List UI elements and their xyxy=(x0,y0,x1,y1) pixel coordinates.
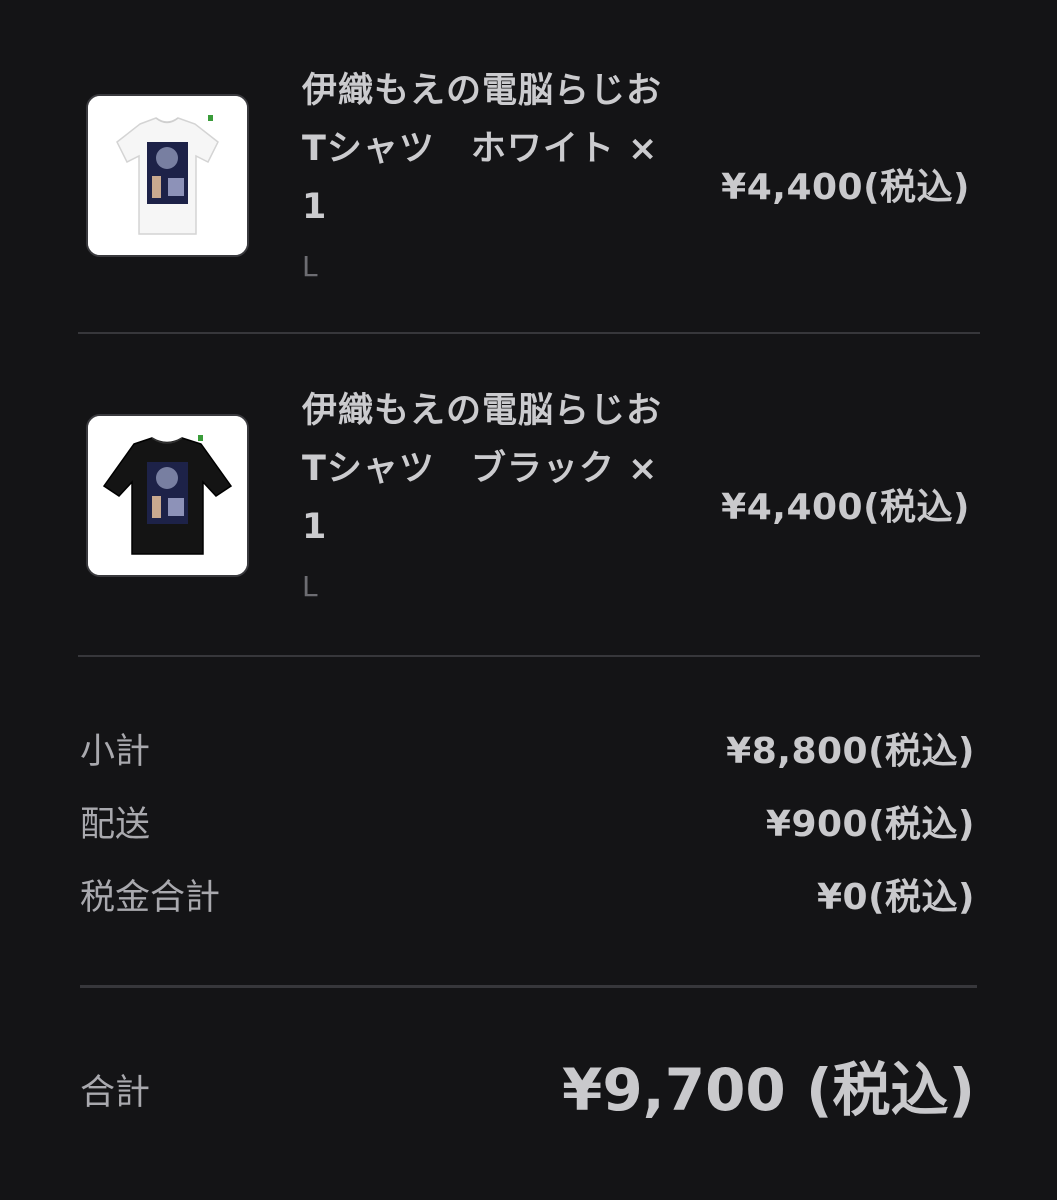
product-title[interactable]: 伊織もえの電脳らじお Tシャツ ホワイト × 1 xyxy=(302,62,672,236)
shipping-value: ¥900(税込) xyxy=(765,804,975,845)
product-price: ¥4,400(税込) xyxy=(721,487,970,528)
subtotal-value: ¥8,800(税込) xyxy=(726,731,975,772)
divider xyxy=(78,655,980,657)
subtotal-label: 小計 xyxy=(80,732,151,772)
order-summary-page: 伊織もえの電脳らじお Tシャツ ホワイト × 1 L ¥4,400(税込) 伊織… xyxy=(0,0,1057,1200)
total-label: 合計 xyxy=(80,1073,151,1113)
tax-label: 税金合計 xyxy=(80,878,221,918)
product-thumbnail xyxy=(86,414,249,577)
black-tshirt-image xyxy=(88,416,247,575)
divider xyxy=(80,985,977,988)
tax-row: 税金合計 ¥0(税込) xyxy=(80,868,975,928)
product-price: ¥4,400(税込) xyxy=(721,167,970,208)
shipping-row: 配送 ¥900(税込) xyxy=(80,795,975,855)
shipping-label: 配送 xyxy=(80,805,151,845)
divider xyxy=(78,332,980,334)
tax-value: ¥0(税込) xyxy=(816,877,975,918)
line-item: 伊織もえの電脳らじお Tシャツ ホワイト × 1 L ¥4,400(税込) xyxy=(78,60,980,332)
total-value: ¥9,700 (税込) xyxy=(561,1056,975,1124)
product-variant: L xyxy=(302,570,318,603)
product-thumbnail xyxy=(86,94,249,257)
line-item: 伊織もえの電脳らじお Tシャツ ブラック × 1 L ¥4,400(税込) xyxy=(78,380,980,652)
product-variant: L xyxy=(302,250,318,283)
product-title[interactable]: 伊織もえの電脳らじお Tシャツ ブラック × 1 xyxy=(302,382,672,556)
white-tshirt-image xyxy=(88,96,247,255)
total-row: 合計 ¥9,700 (税込) xyxy=(80,1045,975,1135)
subtotal-row: 小計 ¥8,800(税込) xyxy=(80,722,975,782)
